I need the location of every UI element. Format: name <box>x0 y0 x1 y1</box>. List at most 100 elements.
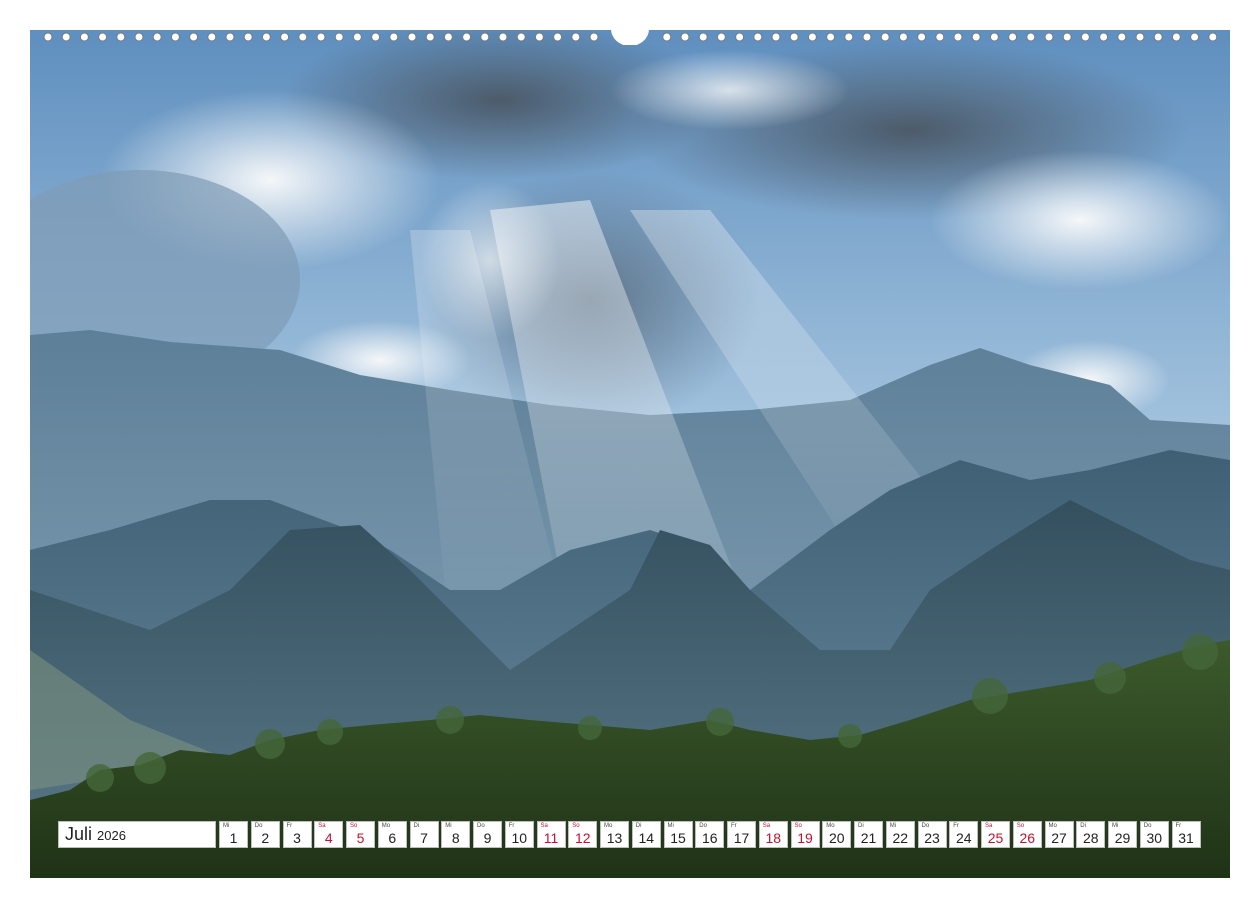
day-cell: Mi 15 <box>663 821 693 848</box>
binding-hole-icon <box>462 32 472 42</box>
day-cell: So 19 <box>790 821 820 848</box>
binding-hole-icon <box>698 32 708 42</box>
day-cell: Mi 8 <box>441 821 471 848</box>
binding-hole-icon <box>789 32 799 42</box>
binding-hole-icon <box>189 32 199 42</box>
binding-hole-icon <box>116 32 126 42</box>
binding-hole-icon <box>571 32 581 42</box>
binding-hole-icon <box>1171 32 1181 42</box>
day-number: 24 <box>955 830 972 846</box>
day-number: 11 <box>543 830 559 846</box>
day-number: 9 <box>483 830 492 846</box>
day-number: 10 <box>511 830 528 846</box>
binding-hole-icon <box>225 32 235 42</box>
day-number: 19 <box>797 830 813 846</box>
day-cell: Fr 24 <box>949 821 979 848</box>
day-number: 25 <box>987 830 1004 846</box>
binding-hole-icon <box>534 32 544 42</box>
binding-hole-icon <box>1080 32 1090 42</box>
binding-hole-icon <box>1062 32 1072 42</box>
binding-hole-icon <box>170 32 180 42</box>
mountain-landscape-icon <box>30 30 1230 878</box>
day-number: 18 <box>765 830 782 846</box>
binding-hole-icon <box>716 32 726 42</box>
binding-hole-icon <box>753 32 763 42</box>
day-number: 12 <box>574 830 591 846</box>
binding-hole-icon <box>680 32 690 42</box>
day-cell: Mi 22 <box>885 821 915 848</box>
day-number: 16 <box>701 830 718 846</box>
day-cell: Do 2 <box>250 821 280 848</box>
day-number: 28 <box>1082 830 1099 846</box>
day-number: 23 <box>924 830 940 846</box>
binding-hole-icon <box>207 32 217 42</box>
day-cell: Sa 4 <box>314 821 344 848</box>
calendar-strip: Juli 2026 Mi 1 Do 2 Fr 3 Sa 4 So 5 Mo 6 Di 7 Mi 8 Do 9 Fr 1… <box>58 821 1203 850</box>
binding-hole-icon <box>352 32 362 42</box>
binding-hole-icon <box>862 32 872 42</box>
binding-hole-icon <box>898 32 908 42</box>
day-cell: Do 30 <box>1139 821 1169 848</box>
binding-hole-icon <box>516 32 526 42</box>
day-cell: Mi 1 <box>219 821 248 848</box>
day-cell: Mo 6 <box>377 821 407 848</box>
binding-hole-icon <box>79 32 89 42</box>
binding-hole-icon <box>243 32 253 42</box>
binding-hole-icon <box>316 32 326 42</box>
binding-hole-icon <box>880 32 890 42</box>
binding-hole-icon <box>389 32 399 42</box>
binding-hole-icon <box>735 32 745 42</box>
day-number: 3 <box>293 830 301 846</box>
day-number: 7 <box>420 830 428 846</box>
binding-hole-icon <box>261 32 271 42</box>
day-cell: Di 14 <box>631 821 661 848</box>
binding-hole-icon <box>43 32 53 42</box>
day-number: 4 <box>324 830 333 846</box>
day-number: 21 <box>860 830 877 846</box>
day-cell: So 26 <box>1012 821 1042 848</box>
binding-hole-icon <box>280 32 290 42</box>
day-number: 1 <box>229 830 238 846</box>
binding-hole-icon <box>935 32 945 42</box>
binding-hole-icon <box>443 32 453 42</box>
day-cell: So 12 <box>568 821 598 848</box>
binding-hole-icon <box>152 32 162 42</box>
binding-hole-icon <box>971 32 981 42</box>
day-number: 30 <box>1146 830 1163 846</box>
binding-hole-icon <box>1026 32 1036 42</box>
binding-hole-icon <box>407 32 417 42</box>
day-number: 8 <box>451 830 460 846</box>
day-cell: Fr 17 <box>727 821 756 848</box>
binding-hole-icon <box>589 32 599 42</box>
binding-holes <box>43 29 1218 45</box>
month-label: Juli 2026 <box>58 821 216 848</box>
binding-hole-icon <box>134 32 144 42</box>
binding-hole-icon <box>1135 32 1145 42</box>
binding-hole-icon <box>1190 32 1200 42</box>
calendar-photo <box>30 30 1230 878</box>
day-cell: Mi 29 <box>1108 821 1137 848</box>
binding-hole-icon <box>1008 32 1018 42</box>
binding-hole-icon <box>498 32 508 42</box>
day-number: 26 <box>1019 830 1036 846</box>
day-number: 2 <box>261 830 270 846</box>
day-cell: Do 23 <box>917 821 947 848</box>
binding-hole-icon <box>807 32 817 42</box>
day-number: 15 <box>670 830 686 846</box>
binding-hole-icon <box>61 32 71 42</box>
binding-hole-icon <box>1099 32 1109 42</box>
binding-hole-icon <box>553 32 563 42</box>
day-list: Mi 1 Do 2 Fr 3 Sa 4 So 5 Mo 6 Di 7 Mi 8 Do 9 Fr 10 Sa 11 So 12 M… <box>219 821 1203 850</box>
day-cell: Di 7 <box>409 821 439 848</box>
day-cell: Mo 27 <box>1044 821 1074 848</box>
binding-hole-icon <box>98 32 108 42</box>
day-number: 5 <box>356 830 365 846</box>
binding-hole-icon <box>844 32 854 42</box>
day-number: 29 <box>1114 830 1131 846</box>
month-name: Juli <box>65 824 93 844</box>
day-number: 31 <box>1178 830 1194 846</box>
day-number: 20 <box>828 830 845 846</box>
day-cell: So 5 <box>346 821 375 848</box>
day-number: 17 <box>733 830 750 846</box>
binding-hole-icon <box>1117 32 1127 42</box>
